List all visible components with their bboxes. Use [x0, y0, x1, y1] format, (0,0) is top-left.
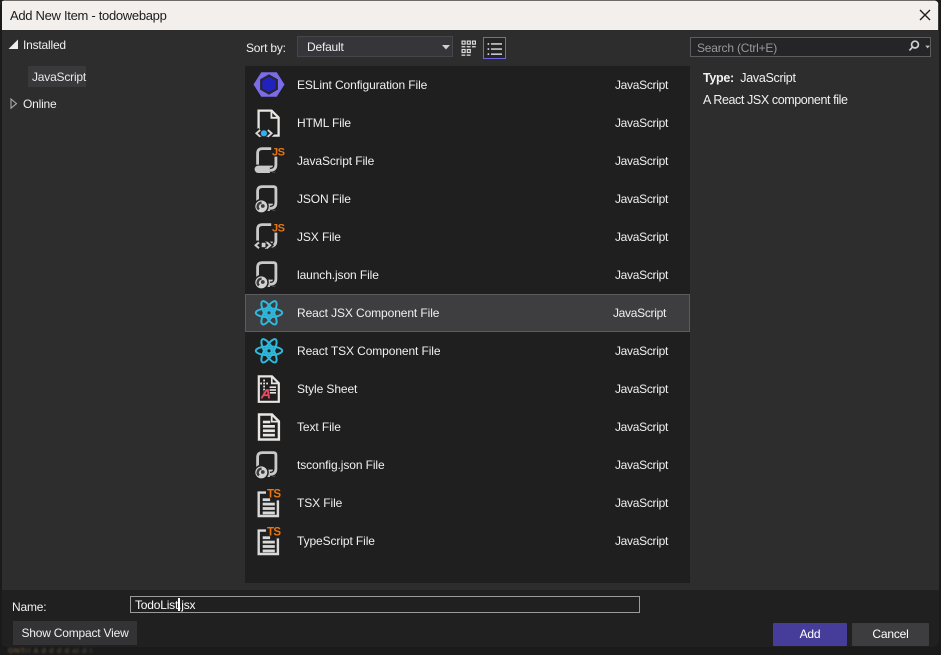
svg-text:TS: TS [267, 527, 281, 539]
svg-text:TS: TS [267, 489, 281, 501]
svg-text:JS: JS [272, 223, 285, 235]
svg-text:JS: JS [272, 147, 285, 159]
